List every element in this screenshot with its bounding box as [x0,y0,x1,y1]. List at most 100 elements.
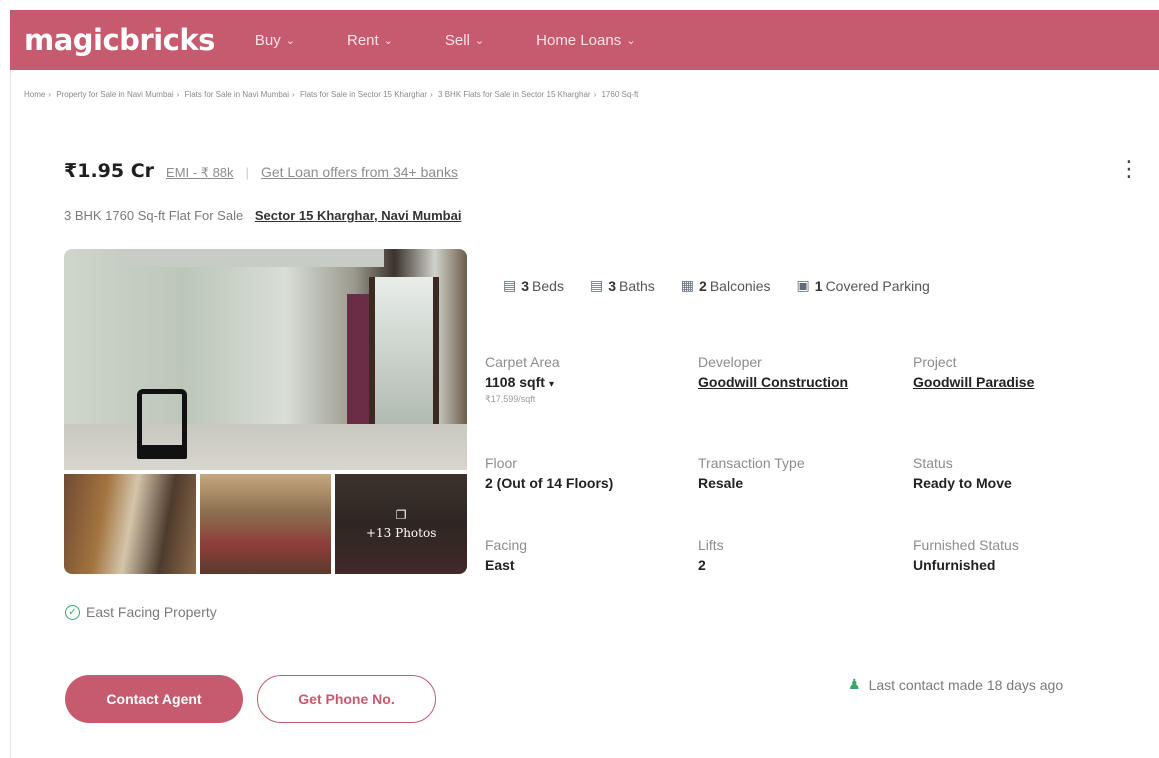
spec-status: Status Ready to Move [913,455,1012,491]
breadcrumb-item-flats-kharghar[interactable]: Flats for Sale in Sector 15 Kharghar [300,90,427,99]
contact-agent-button[interactable]: Contact Agent [65,675,243,723]
last-contact-info: ♟ Last contact made 18 days ago [848,676,1063,693]
spec-label: Furnished Status [913,537,1019,553]
nav-buy-label: Buy [254,31,281,49]
beds-label: Beds [532,277,564,294]
spec-label: Carpet Area [485,354,560,370]
breadcrumb-item-current: 1760 Sq-ft [601,90,639,99]
check-circle-icon: ✓ [65,604,80,620]
nav-sell[interactable]: Sell ⌄ [445,32,484,49]
breadcrumb-item-sale-navi-mumbai[interactable]: Property for Sale in Navi Mumbai [56,90,173,99]
spec-label: Developer [698,354,762,370]
nav-buy[interactable]: Buy ⌄ [255,32,295,49]
spec-label: Transaction Type [698,455,805,471]
listing-price: ₹1.95 Cr [64,160,155,182]
page-border [10,70,11,758]
price-per-sqft: ₹17,599/sqft [485,394,536,404]
bath-icon: ▤ [589,277,604,293]
chevron-down-icon: ⌄ [285,34,295,47]
chevron-down-icon: ⌄ [474,34,485,47]
bed-icon: ▤ [503,277,517,293]
more-photos-thumbnail[interactable]: ❐ +13 Photos [335,474,467,574]
spec-value: Resale [698,475,744,491]
chevron-down-icon: ⌄ [383,34,393,47]
amenity-baths: ▤ 3 Baths [590,277,655,294]
spec-value: 2 (Out of 14 Floors) [485,475,614,491]
get-phone-button[interactable]: Get Phone No. [257,675,436,723]
caret-down-icon[interactable]: ▾ [549,379,554,390]
breadcrumb-separator: › [176,90,180,99]
price-row: ₹1.95 Cr EMI - ₹ 88k | Get Loan offers f… [64,160,458,182]
breadcrumb-separator: › [430,90,433,99]
photo-curtain [347,294,369,434]
gallery-icon: ❐ [395,508,407,522]
project-link[interactable]: Goodwill Paradise [913,374,1034,390]
spec-carpet-area: Carpet Area 1108 sqft ▾ ₹17,599/sqft [485,354,560,405]
spec-value: 1108 sqft ▾ [485,374,560,390]
baths-label: Baths [618,277,655,294]
breadcrumb-separator: › [292,90,295,99]
spec-label: Project [913,354,957,370]
more-options-icon[interactable]: ⋮ [1118,158,1140,180]
magicbricks-logo[interactable]: magicbricks [24,23,215,57]
breadcrumb-item-home[interactable]: Home [24,90,45,99]
spec-project: Project Goodwill Paradise [913,354,1034,390]
breadcrumb-item-3bhk-kharghar[interactable]: 3 BHK Flats for Sale in Sector 15 Khargh… [438,90,591,99]
loan-offers-link[interactable]: Get Loan offers from 34+ banks [261,164,458,180]
nav-home-loans-label: Home Loans [536,31,622,49]
balcony-icon: ▦ [680,277,695,293]
nav-rent[interactable]: Rent ⌄ [347,32,393,49]
photo-window [369,277,439,442]
listing-subtitle: 3 BHK 1760 Sq-ft Flat For Sale Sector 15… [64,208,461,223]
last-contact-text: Last contact made 18 days ago [868,676,1064,693]
baths-count: 3 [608,277,616,294]
amenity-balconies: ▦ 2 Balconies [681,277,771,294]
breadcrumb-item-flats-navi-mumbai[interactable]: Flats for Sale in Navi Mumbai [185,90,289,99]
spec-label: Floor [485,455,517,471]
divider: | [245,165,249,180]
thumbnail-photo[interactable] [199,474,332,574]
beds-count: 3 [521,277,530,294]
parking-count: 1 [814,277,823,294]
nav-sell-label: Sell [444,31,470,49]
spec-transaction: Transaction Type Resale [698,455,805,491]
developer-link[interactable]: Goodwill Construction [698,374,848,390]
spec-label: Facing [485,537,528,553]
spec-label: Lifts [698,537,724,553]
breadcrumb-separator: › [48,90,52,99]
thumbnail-strip: ❐ +13 Photos [64,474,467,574]
nav-rent-label: Rent [347,31,379,49]
amenity-beds: ▤ 3 Beds [503,277,564,294]
photo-ceiling [124,249,384,267]
top-navbar: magicbricks Buy ⌄ Rent ⌄ Sell ⌄ Home Loa… [10,10,1159,70]
spec-developer: Developer Goodwill Construction [698,354,848,390]
emi-link[interactable]: EMI - ₹ 88k [166,165,234,181]
photo-gallery: ❐ +13 Photos [64,249,467,574]
spec-facing: Facing East [485,537,527,573]
thumbnail-photo[interactable] [64,474,196,574]
spec-floor: Floor 2 (Out of 14 Floors) [485,455,613,491]
car-icon: ▣ [796,277,810,293]
amenity-parking: ▣ 1 Covered Parking [797,277,930,294]
highlight-text: East Facing Property [86,604,217,620]
main-photo[interactable] [64,249,467,470]
chevron-down-icon: ⌄ [626,34,636,47]
spec-value: Ready to Move [913,475,1012,491]
balconies-label: Balconies [709,277,771,294]
spec-label: Status [913,455,953,471]
amenities-row: ▤ 3 Beds ▤ 3 Baths ▦ 2 Balconies ▣ 1 Cov… [503,277,956,294]
nav-home-loans[interactable]: Home Loans ⌄ [536,32,635,49]
listing-title: 3 BHK 1760 Sq-ft Flat For Sale [64,208,244,223]
highlight-note: ✓ East Facing Property [65,604,217,620]
main-nav: Buy ⌄ Rent ⌄ Sell ⌄ Home Loans ⌄ [255,32,688,49]
spec-value: 2 [698,557,706,573]
spec-value: Unfurnished [913,557,996,573]
breadcrumb-separator: › [593,90,597,99]
spec-furnished: Furnished Status Unfurnished [913,537,1019,573]
person-icon: ♟ [848,676,861,692]
breadcrumb: Home › Property for Sale in Navi Mumbai › … [24,90,638,99]
spec-lifts: Lifts 2 [698,537,724,573]
location-link[interactable]: Sector 15 Kharghar, Navi Mumbai [255,208,462,223]
parking-label: Covered Parking [825,277,930,294]
photo-floor [64,424,467,470]
